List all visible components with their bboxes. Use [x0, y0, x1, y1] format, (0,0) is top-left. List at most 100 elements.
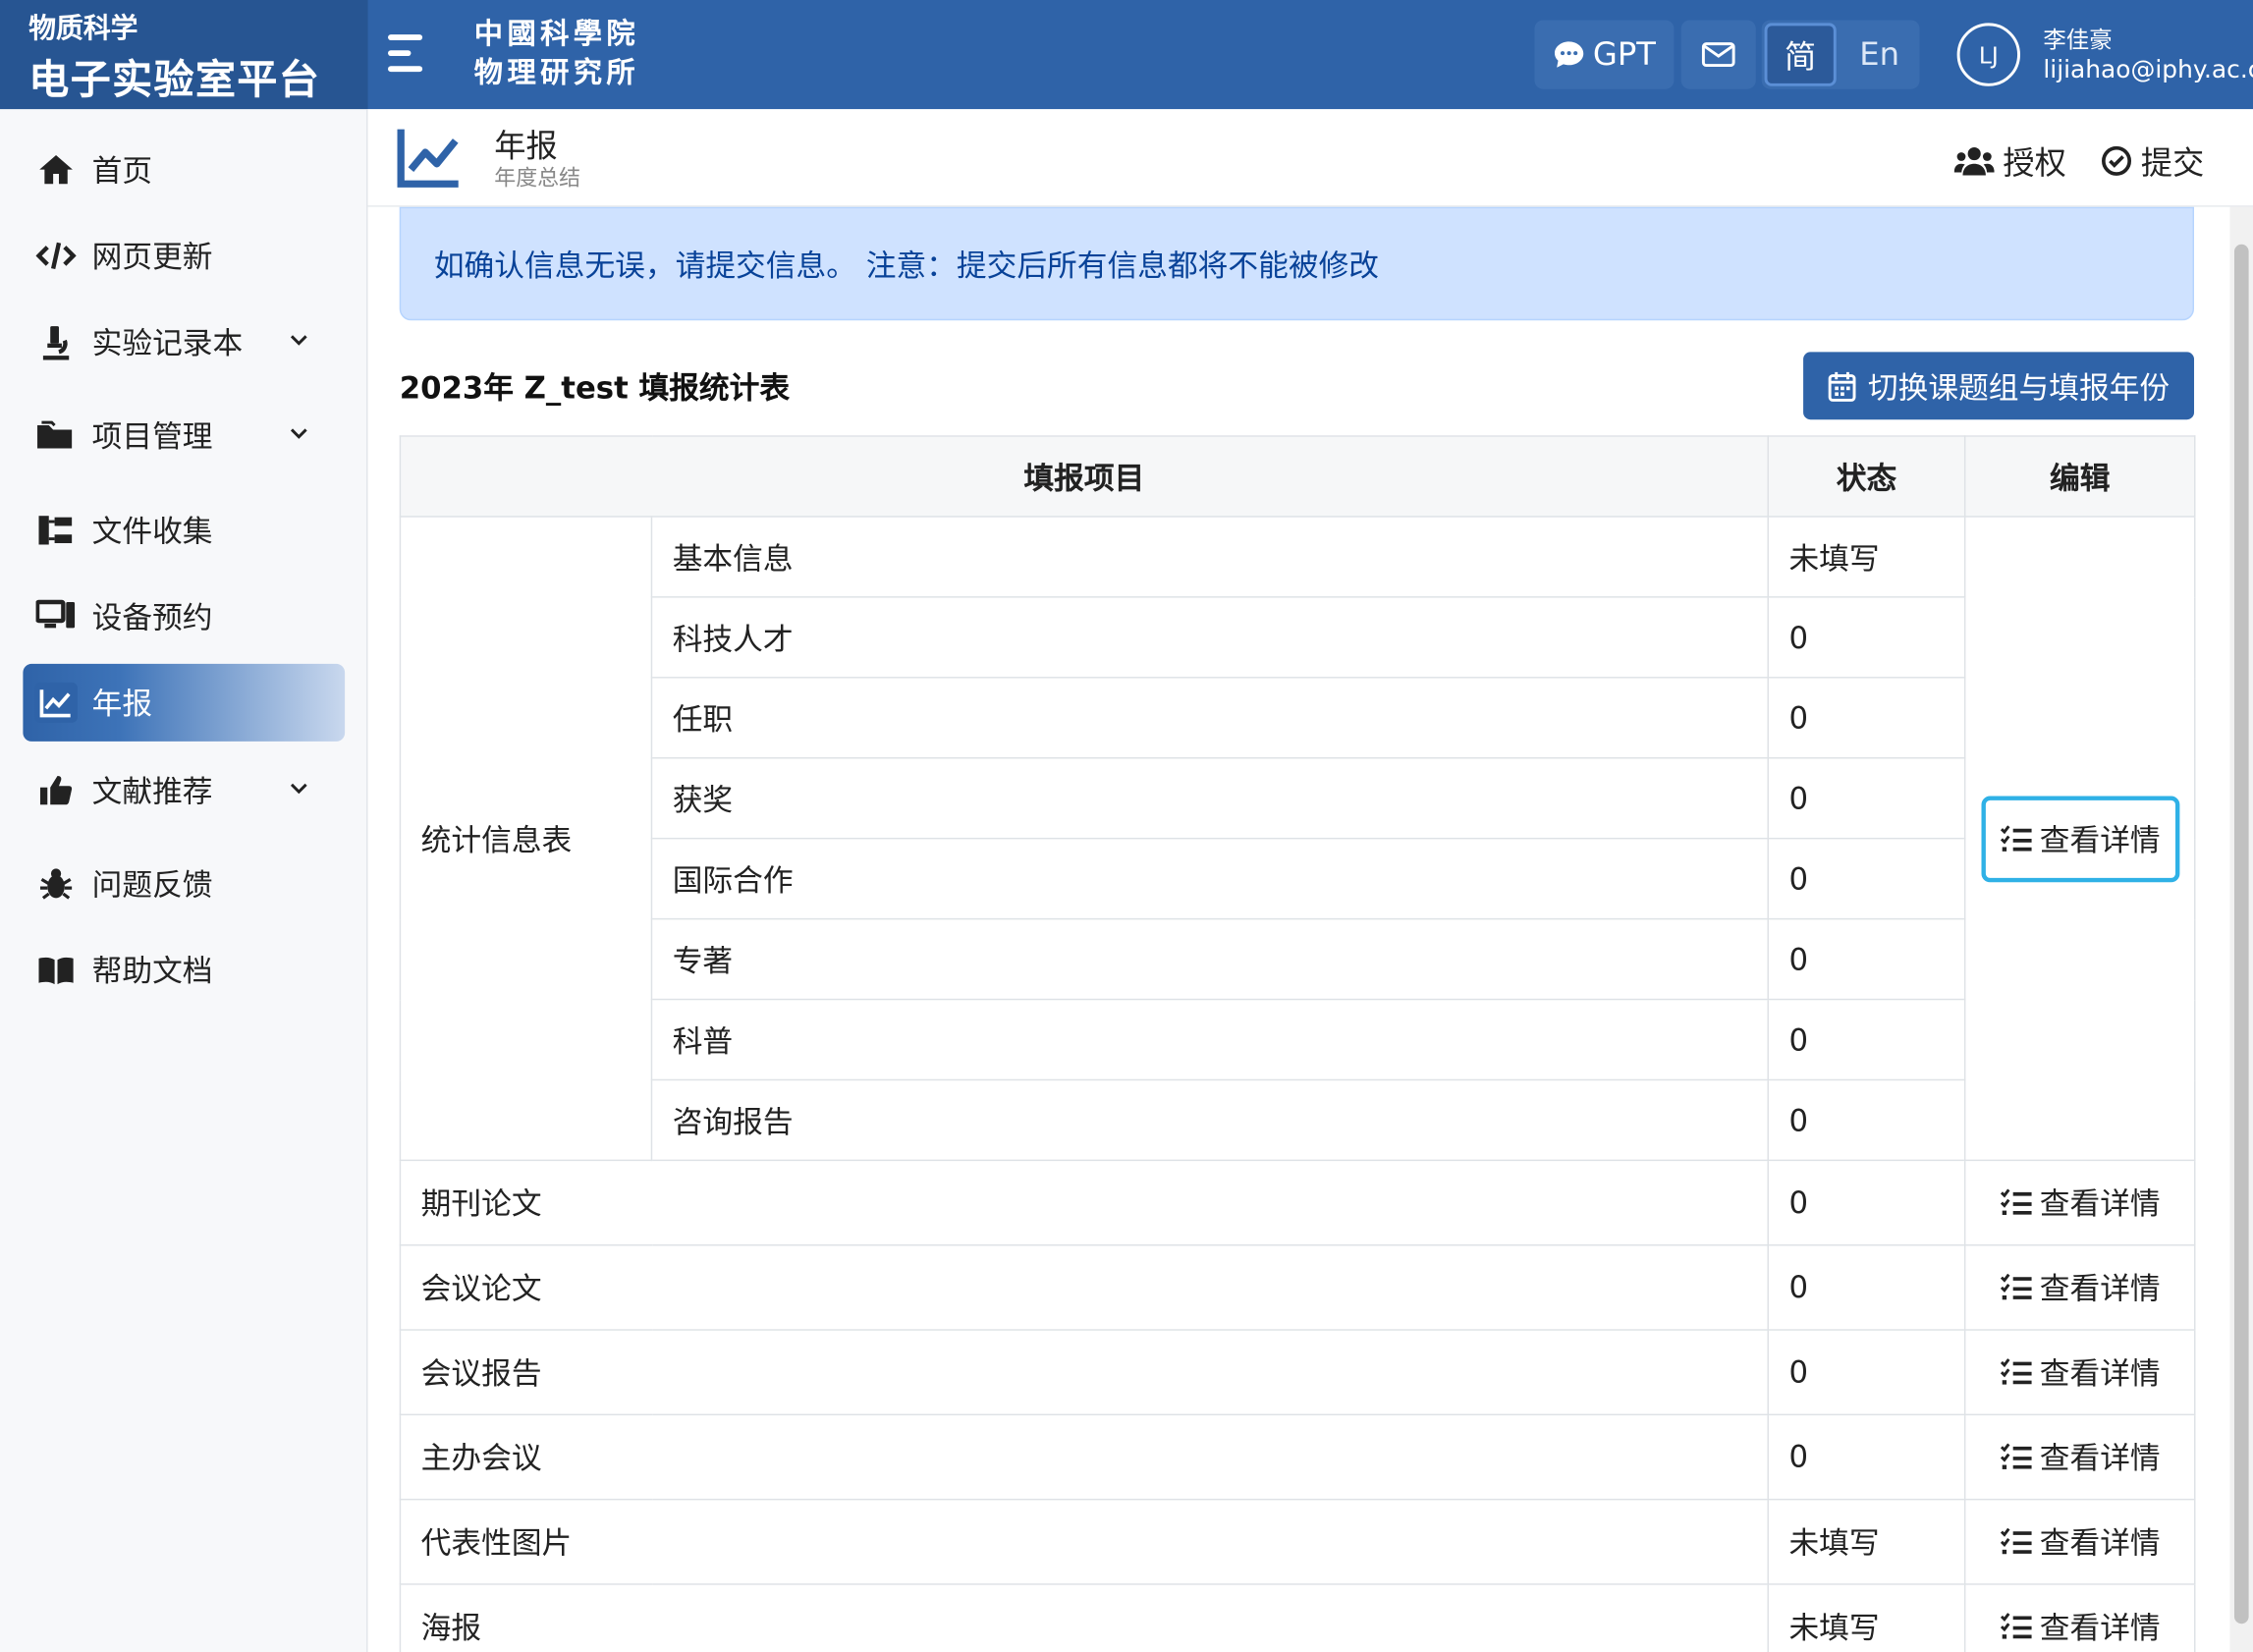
table-row: 专著 0: [400, 917, 2194, 1001]
sidebar-item-home[interactable]: 首页: [23, 131, 345, 208]
column-header-item: 填报项目: [399, 435, 1769, 518]
chat-icon: [1554, 41, 1583, 68]
table-row: 会议报告 0 查看详情: [399, 1329, 2196, 1416]
page-header: 年报 年度总结 授权 提交: [367, 109, 2253, 207]
thumbs-up-icon: [34, 770, 78, 810]
list-check-icon: [2000, 824, 2031, 852]
switch-button-label: 切换课题组与填报年份: [1867, 369, 2171, 405]
computer-icon: [34, 596, 78, 636]
view-details-label: 查看详情: [2039, 822, 2161, 857]
sidebar-item-label: 网页更新: [91, 240, 213, 275]
list-check-icon: [2000, 1273, 2031, 1300]
sidebar-item-project-management[interactable]: 项目管理: [23, 397, 345, 474]
authorize-button[interactable]: 授权: [1953, 138, 2066, 184]
status-cell: 0: [1767, 1243, 1966, 1331]
submit-button[interactable]: 提交: [2101, 138, 2204, 184]
view-details-label: 查看详情: [2039, 1271, 2161, 1306]
view-details-button[interactable]: 查看详情: [2000, 1182, 2161, 1225]
item-cell: 咨询报告: [650, 1078, 1769, 1162]
view-details-button[interactable]: 查看详情: [2000, 1436, 2161, 1479]
chart-line-icon: [397, 129, 459, 188]
brand-line2: 电子实验室平台: [28, 56, 321, 104]
view-details-button[interactable]: 查看详情: [2000, 1266, 2161, 1309]
status-cell: 0: [1767, 677, 1966, 759]
view-details-button[interactable]: 查看详情: [1980, 795, 2179, 882]
status-cell: 0: [1767, 1329, 1966, 1416]
group-label: 统计信息表: [399, 516, 653, 1162]
sidebar-item-label: 实验记录本: [91, 326, 244, 361]
sidebar-item-label: 首页: [91, 153, 153, 189]
code-icon: [34, 236, 78, 276]
gpt-label: GPT: [1592, 36, 1656, 73]
list-check-icon: [2000, 1188, 2031, 1215]
lang-en-button[interactable]: En: [1842, 23, 1917, 85]
sidebar-item-label: 文件收集: [91, 514, 213, 549]
edit-cell: 查看详情: [1963, 1243, 2196, 1331]
lang-zh-button[interactable]: 简: [1764, 23, 1837, 86]
menu-icon[interactable]: [385, 28, 431, 78]
status-cell: 未填写: [1767, 516, 1966, 598]
table-row: 科技人才 0: [400, 596, 2194, 679]
sidebar-item-feedback[interactable]: 问题反馈: [23, 845, 345, 922]
view-details-label: 查看详情: [2039, 1356, 2161, 1392]
users-icon: [1953, 146, 1995, 176]
sidebar-item-web-update[interactable]: 网页更新: [23, 217, 345, 295]
view-details-button[interactable]: 查看详情: [2000, 1520, 2161, 1564]
edit-cell: 查看详情: [1963, 1329, 2196, 1416]
mail-icon: [1701, 42, 1735, 68]
view-details-button[interactable]: 查看详情: [2000, 1350, 2161, 1394]
item-cell: 科普: [650, 998, 1769, 1081]
table-row: 代表性图片 未填写 查看详情: [399, 1498, 2196, 1585]
view-details-label: 查看详情: [2039, 1525, 2161, 1561]
institute-logo: 中國科學院 物理研究所: [474, 15, 639, 92]
brand[interactable]: 物质科学 电子实验室平台: [0, 0, 368, 110]
status-cell: 0: [1767, 837, 1966, 920]
sidebar-item-annual-report[interactable]: 年报: [23, 663, 346, 742]
vertical-scrollbar[interactable]: [2229, 206, 2253, 1652]
edit-cell: 查看详情: [1963, 1413, 2196, 1501]
status-cell: 0: [1767, 1159, 1966, 1246]
view-details-label: 查看详情: [2039, 1186, 2161, 1222]
view-details-label: 查看详情: [2039, 1441, 2161, 1476]
chevron-down-icon: [290, 335, 307, 346]
status-cell: 0: [1767, 596, 1966, 679]
sidebar-item-label: 项目管理: [91, 419, 213, 455]
mail-button[interactable]: [1680, 20, 1756, 89]
item-cell: 会议报告: [399, 1329, 1769, 1416]
status-cell: 未填写: [1767, 1583, 1966, 1652]
book-icon: [34, 950, 78, 990]
avatar[interactable]: LJ: [1956, 23, 2020, 86]
item-cell: 代表性图片: [399, 1498, 1769, 1585]
table-row: 统计信息表 基本信息 未填写 查看详情: [399, 516, 2196, 1162]
sidebar-item-equipment-booking[interactable]: 设备预约: [23, 578, 345, 655]
sidebar-item-label: 帮助文档: [91, 954, 213, 989]
switch-group-year-button[interactable]: 切换课题组与填报年份: [1803, 352, 2195, 420]
user-name[interactable]: 李佳豪: [2043, 20, 2112, 54]
sidebar-item-literature[interactable]: 文献推荐: [23, 751, 345, 829]
view-details-button[interactable]: 查看详情: [2000, 1605, 2161, 1648]
submit-label: 提交: [2140, 146, 2205, 183]
item-cell: 期刊论文: [399, 1159, 1769, 1246]
sidebar-item-lab-notebook[interactable]: 实验记录本: [23, 303, 345, 381]
table-header-row: 填报项目 状态 编辑: [399, 435, 2196, 518]
language-switch: 简 En: [1761, 20, 1920, 89]
sidebar-item-help-docs[interactable]: 帮助文档: [23, 931, 345, 1009]
table-row: 会议论文 0 查看详情: [399, 1243, 2196, 1331]
status-cell: 0: [1767, 1078, 1966, 1162]
column-header-edit: 编辑: [1963, 435, 2196, 518]
brand-line1: 物质科学: [28, 13, 138, 45]
sidebar-item-file-collection[interactable]: 文件收集: [23, 491, 345, 569]
bug-icon: [34, 863, 78, 904]
gpt-button[interactable]: GPT: [1534, 20, 1675, 89]
item-cell: 会议论文: [399, 1243, 1769, 1331]
status-cell: 0: [1767, 757, 1966, 840]
user-email[interactable]: lijiahao@iphy.ac.cn: [2043, 56, 2253, 84]
table-row: 期刊论文 0 查看详情: [399, 1159, 2196, 1246]
scrollbar-thumb[interactable]: [2233, 244, 2249, 1624]
edit-cell: 查看详情: [1963, 1498, 2196, 1585]
calendar-icon: [1828, 371, 1856, 402]
status-cell: 0: [1767, 1413, 1966, 1501]
list-check-icon: [2000, 1527, 2031, 1555]
list-check-icon: [2000, 1443, 2031, 1469]
item-cell: 任职: [650, 677, 1769, 759]
